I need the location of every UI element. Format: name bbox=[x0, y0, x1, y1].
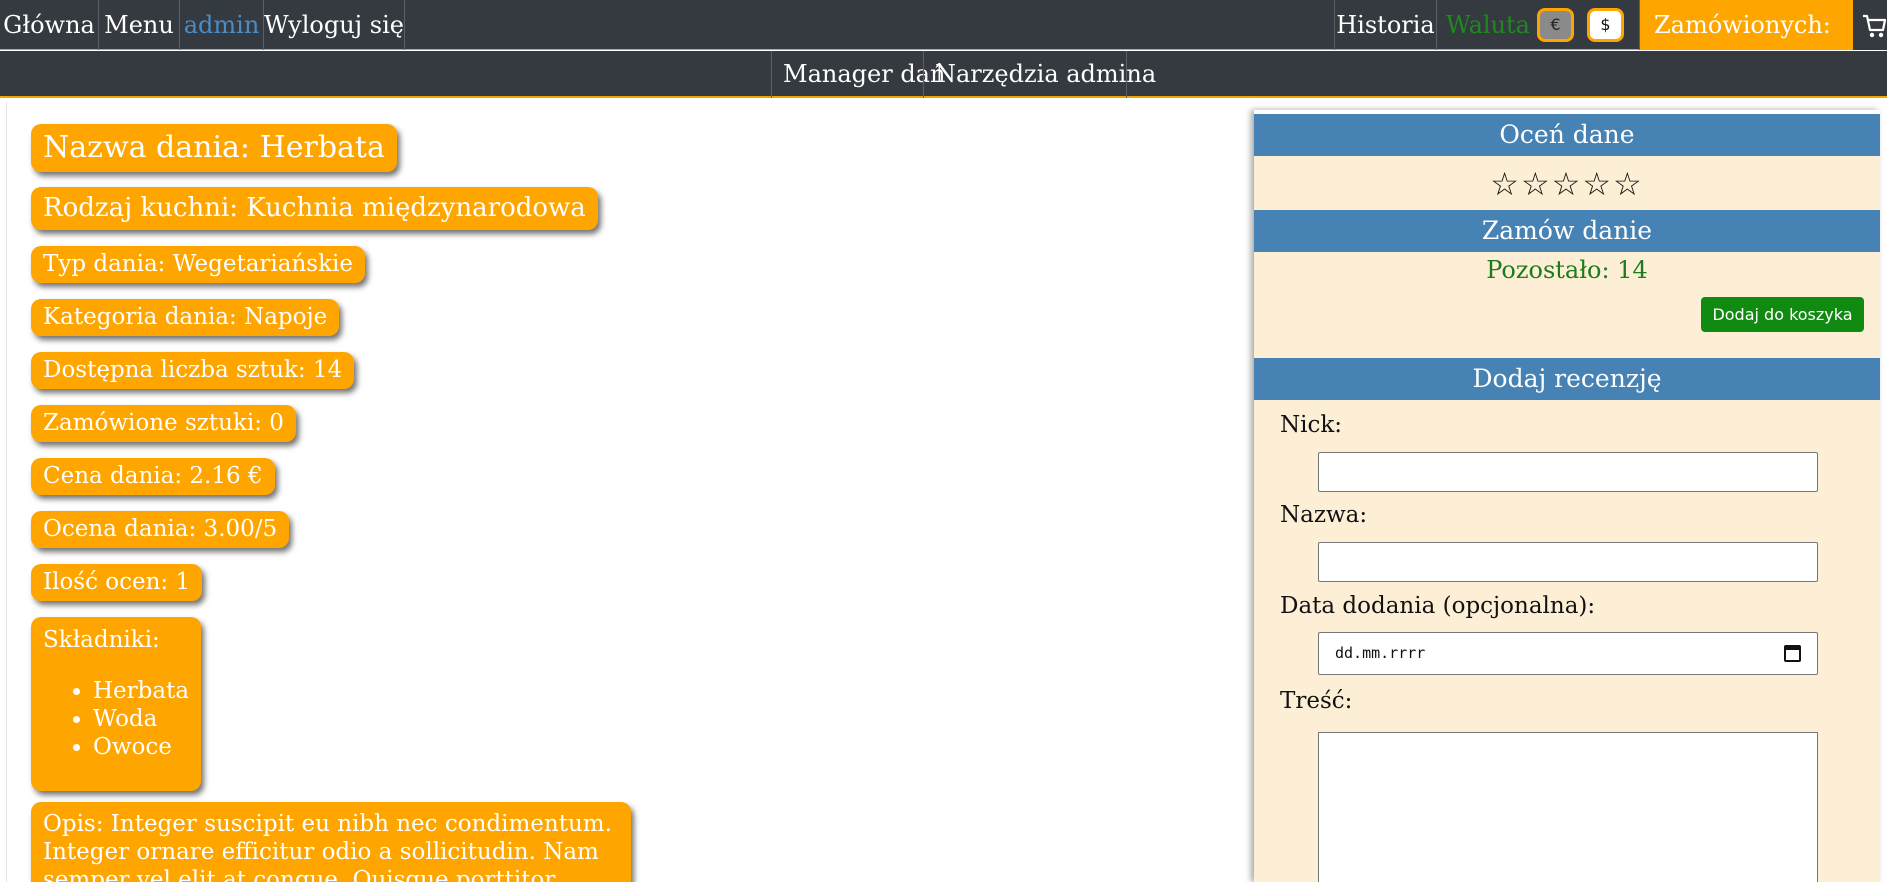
nav-logout[interactable]: Wyloguj się bbox=[264, 0, 404, 50]
list-item: Woda bbox=[93, 705, 189, 733]
dish-type: Typ dania: Wegetariańskie bbox=[31, 246, 365, 283]
top-navbar: Główna Menu admin Wyloguj się Historia W… bbox=[0, 0, 1887, 89]
currency-eur-button[interactable]: € bbox=[1537, 8, 1574, 42]
nick-label: Nick: bbox=[1280, 412, 1343, 438]
cart-button[interactable] bbox=[1853, 0, 1887, 50]
star-icon[interactable]: ☆ bbox=[1552, 165, 1583, 203]
currency-label: Waluta bbox=[1446, 11, 1530, 39]
star-rating[interactable]: ☆☆☆☆☆ bbox=[1254, 165, 1880, 203]
dish-ordered: Zamówione sztuki: 0 bbox=[31, 405, 296, 442]
dish-side-panel: Oceń dane ☆☆☆☆☆ Zamów danie Pozostało: 1… bbox=[1254, 110, 1880, 882]
dish-description: Opis: Integer suscipit eu nibh nec condi… bbox=[31, 802, 631, 882]
title-field[interactable] bbox=[1318, 542, 1818, 582]
list-item: Owoce bbox=[93, 733, 189, 761]
nick-field[interactable] bbox=[1318, 452, 1818, 492]
currency-usd-button[interactable]: $ bbox=[1587, 8, 1624, 42]
shopping-cart-icon bbox=[1863, 14, 1887, 38]
dish-category: Kategoria dania: Napoje bbox=[31, 299, 340, 336]
dish-rating: Ocena dania: 3.00/5 bbox=[31, 511, 290, 548]
dish-name: Nazwa dania: Herbata bbox=[31, 124, 397, 172]
nav-home[interactable]: Główna bbox=[0, 0, 98, 50]
order-heading: Zamów danie bbox=[1254, 210, 1880, 252]
dish-available: Dostępna liczba sztuk: 14 bbox=[31, 352, 355, 389]
subnav-admin-tools[interactable]: Narzędzia admina bbox=[935, 51, 1156, 98]
subnav-dish-manager[interactable]: Manager dań bbox=[783, 51, 945, 98]
add-to-cart-button[interactable]: Dodaj do koszyka bbox=[1701, 297, 1864, 332]
dish-ingredients: Składniki: Herbata Woda Owoce bbox=[31, 617, 202, 791]
dish-rating-count: Ilość ocen: 1 bbox=[31, 564, 203, 601]
rate-heading: Oceń dane bbox=[1254, 114, 1880, 156]
admin-subnav: Manager dań Narzędzia admina bbox=[0, 51, 1887, 98]
dish-price: Cena dania: 2.16 € bbox=[31, 458, 275, 495]
subnav-divider bbox=[771, 51, 772, 98]
star-icon[interactable]: ☆ bbox=[1490, 165, 1521, 203]
title-label: Nazwa: bbox=[1280, 502, 1368, 528]
star-icon[interactable]: ☆ bbox=[1613, 165, 1644, 203]
review-heading: Dodaj recenzję bbox=[1254, 358, 1880, 400]
subnav-divider bbox=[1126, 51, 1127, 98]
dish-cuisine: Rodzaj kuchni: Kuchnia międzynarodowa bbox=[31, 187, 598, 230]
calendar-icon[interactable] bbox=[1784, 645, 1801, 662]
remaining-count: Pozostało: 14 bbox=[1486, 256, 1648, 284]
ingredients-label: Składniki: bbox=[43, 627, 160, 653]
nav-divider bbox=[1436, 0, 1437, 50]
content-label: Treść: bbox=[1280, 688, 1353, 714]
orders-count-button[interactable]: Zamówionych: 0 bbox=[1640, 0, 1853, 89]
subnav-divider bbox=[923, 51, 924, 98]
review-content-textarea[interactable] bbox=[1318, 732, 1818, 882]
nav-divider bbox=[404, 0, 405, 50]
nav-user-admin[interactable]: admin bbox=[180, 0, 263, 50]
star-icon[interactable]: ☆ bbox=[1521, 165, 1552, 203]
list-item: Herbata bbox=[93, 677, 189, 705]
star-icon[interactable]: ☆ bbox=[1582, 165, 1613, 203]
nav-menu[interactable]: Menu bbox=[99, 0, 179, 50]
ingredients-list: Herbata Woda Owoce bbox=[93, 677, 189, 761]
date-placeholder: dd.mm.rrrr bbox=[1335, 644, 1426, 662]
date-label: Data dodania (opcjonalna): bbox=[1280, 593, 1596, 619]
date-field[interactable]: dd.mm.rrrr bbox=[1318, 632, 1818, 675]
nav-history[interactable]: Historia bbox=[1335, 0, 1436, 50]
